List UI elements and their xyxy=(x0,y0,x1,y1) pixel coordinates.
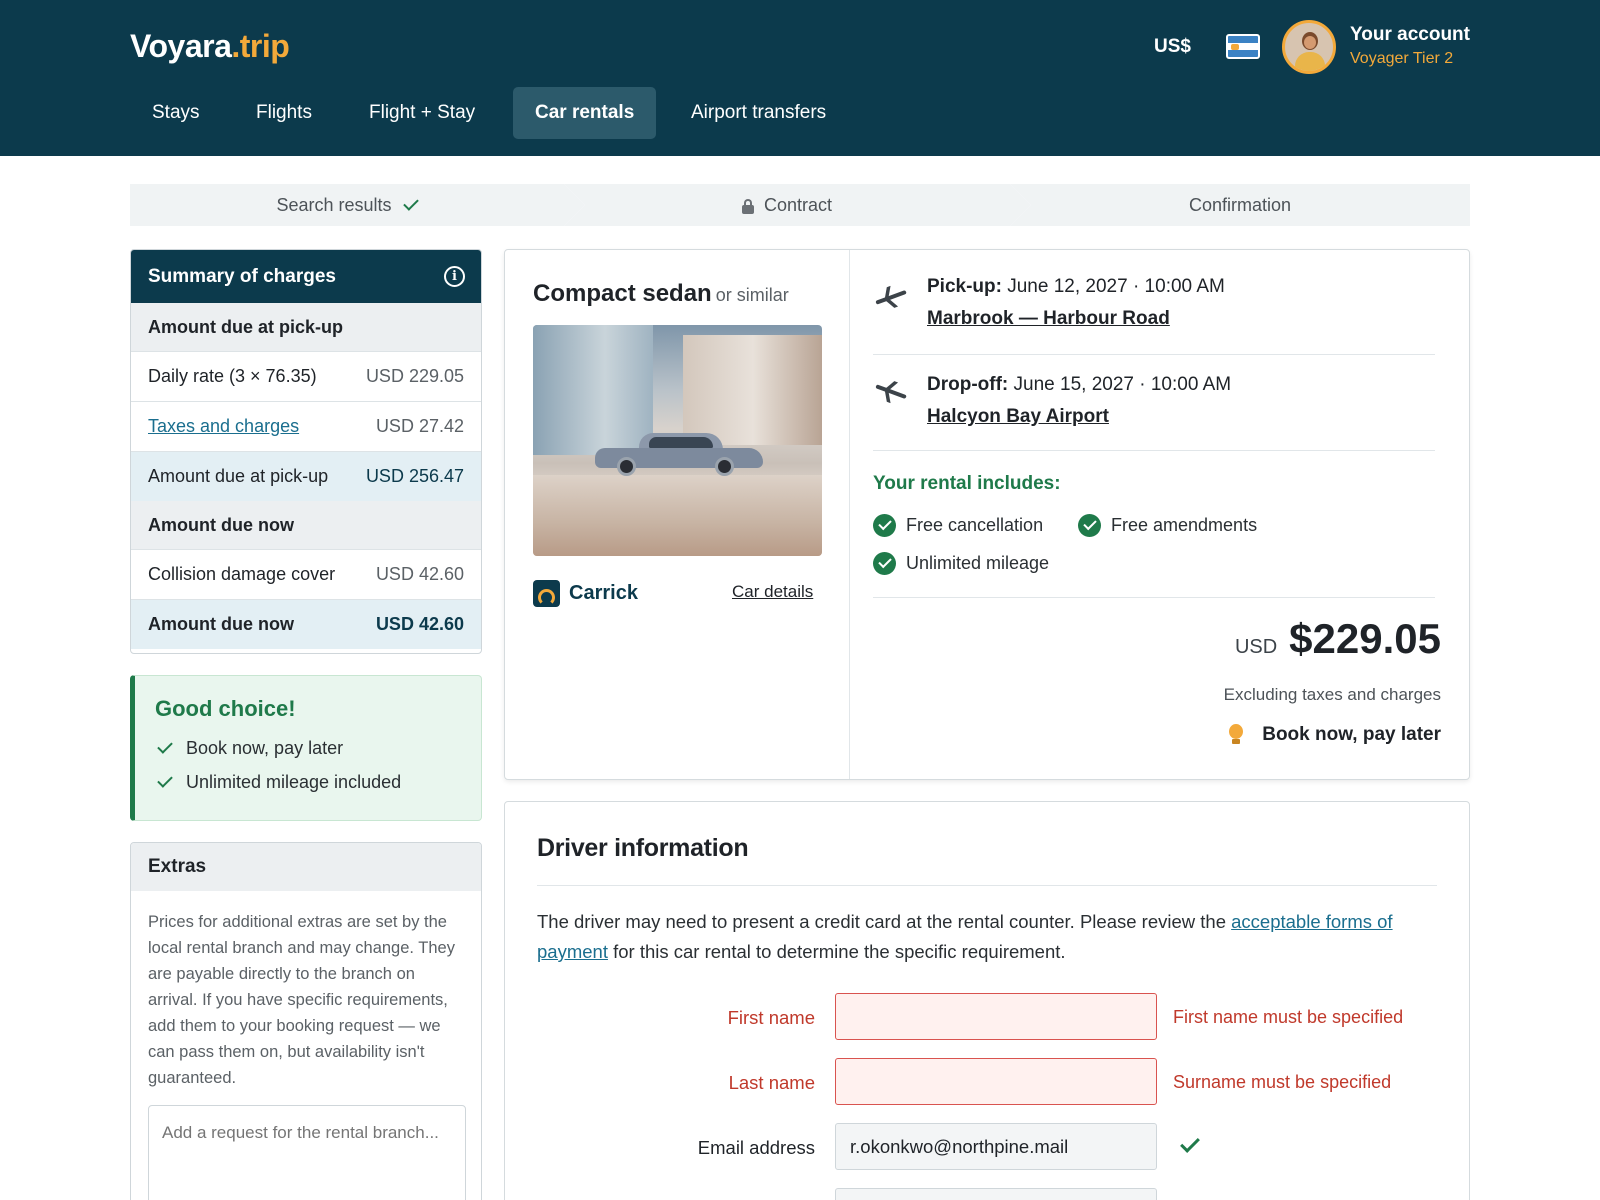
include-item: Free amendments xyxy=(1078,514,1257,537)
extras-panel: Extras Prices for additional extras are … xyxy=(130,842,482,1200)
nav-tab-flights[interactable]: Flights xyxy=(234,87,334,139)
booking-steps: Search results Contract Confirmation xyxy=(130,184,1470,226)
first-name-label: First name xyxy=(727,1007,815,1028)
summary-header: Summary of charges i xyxy=(131,250,481,303)
include-item: Unlimited mileage xyxy=(873,552,1049,575)
currency-selector[interactable]: US$ xyxy=(1154,36,1191,58)
include-item: Free cancellation xyxy=(873,514,1043,537)
plane-arrival-icon xyxy=(872,376,911,408)
car-image xyxy=(533,325,822,556)
check-icon xyxy=(1180,1133,1200,1153)
driver-info-title: Driver information xyxy=(537,834,749,862)
summary-row-collision-cover: Collision damage cover USD 42.60 xyxy=(131,549,481,599)
account-tier: Voyager Tier 2 xyxy=(1350,50,1454,67)
car-title: Compact sedan or similar xyxy=(533,280,789,307)
additional-field[interactable] xyxy=(835,1188,1157,1200)
good-choice-title: Good choice! xyxy=(155,696,296,721)
supplier-logo xyxy=(533,580,560,607)
pay-later-badge: Book now, pay later xyxy=(1228,724,1441,746)
summary-row-taxes: Taxes and charges USD 27.42 xyxy=(131,401,481,451)
summary-row-pickup-total: Amount due at pick-up USD 256.47 xyxy=(131,451,481,501)
good-choice-item: Unlimited mileage included xyxy=(155,772,481,806)
car-details-link[interactable]: Car details xyxy=(732,582,813,602)
nav-tab-flight-stay[interactable]: Flight + Stay xyxy=(347,87,497,139)
top-bar: Voyara.trip US$ Your account Voyager Tie… xyxy=(0,0,1600,156)
car-price: USD $229.05 xyxy=(1234,615,1441,662)
first-name-error: First name must be specified xyxy=(1173,1007,1404,1027)
extras-title: Extras xyxy=(131,843,481,891)
summary-row-now-total: Amount due now USD 42.60 xyxy=(131,599,481,649)
summary-of-charges: Summary of charges i Amount due at pick-… xyxy=(130,249,482,654)
extras-description: Prices for additional extras are set by … xyxy=(148,913,455,1087)
supplier: Carrick xyxy=(533,580,638,607)
pickup-location[interactable]: Marbrook — Harbour Road xyxy=(927,308,1170,330)
check-circle-icon xyxy=(873,552,896,575)
last-name-label: Last name xyxy=(728,1072,815,1093)
summary-section-pickup: Amount due at pick-up xyxy=(131,303,481,351)
car-card: Compact sedan or similar Carrick Car deta… xyxy=(504,249,1470,780)
includes-title: Your rental includes: xyxy=(873,473,1061,494)
email-field[interactable] xyxy=(835,1123,1157,1170)
price-note: Excluding taxes and charges xyxy=(1223,685,1441,704)
supplier-name: Carrick xyxy=(569,582,638,604)
taxes-and-charges-link[interactable]: Taxes and charges xyxy=(148,416,299,437)
last-name-error: Surname must be specified xyxy=(1173,1072,1392,1092)
extras-request-input[interactable] xyxy=(148,1105,466,1200)
step-search-results[interactable]: Search results xyxy=(130,184,585,226)
summary-section-now: Amount due now xyxy=(131,501,481,549)
check-icon xyxy=(402,195,419,211)
nav-tab-car-rentals[interactable]: Car rentals xyxy=(513,87,657,139)
last-name-field[interactable] xyxy=(835,1058,1157,1105)
driver-information: Driver information The driver may need t… xyxy=(504,801,1470,1200)
first-name-field[interactable] xyxy=(835,993,1157,1040)
avatar[interactable] xyxy=(1282,20,1336,74)
driver-info-description: The driver may need to present a credit … xyxy=(537,911,1393,962)
site-logo[interactable]: Voyara.trip xyxy=(130,28,290,65)
summary-row-daily-rate: Daily rate (3 × 76.35) USD 229.05 xyxy=(131,351,481,401)
email-label: Email address xyxy=(697,1137,815,1158)
check-icon xyxy=(157,772,173,788)
nav-tab-stays[interactable]: Stays xyxy=(130,87,222,139)
plane-departure-icon xyxy=(872,281,911,313)
nav-tab-airport-transfers[interactable]: Airport transfers xyxy=(669,87,848,139)
info-icon[interactable]: i xyxy=(444,266,465,287)
flag-icon[interactable] xyxy=(1226,34,1260,59)
good-choice-item: Book now, pay later xyxy=(155,738,481,772)
account-title[interactable]: Your account xyxy=(1350,24,1470,46)
lightbulb-icon xyxy=(1228,724,1244,746)
dropoff-datetime: Drop-off: June 15, 2027 · 10:00 AM xyxy=(927,374,1232,395)
step-confirmation: Confirmation xyxy=(1010,184,1470,226)
check-circle-icon xyxy=(1078,514,1101,537)
check-icon xyxy=(157,738,173,754)
pickup-datetime: Pick-up: June 12, 2027 · 10:00 AM xyxy=(927,276,1225,297)
check-circle-icon xyxy=(873,514,896,537)
step-contract: Contract xyxy=(564,184,1031,226)
good-choice-box: Good choice! Book now, pay later Unlimit… xyxy=(130,675,482,821)
lock-icon xyxy=(741,199,754,214)
dropoff-location[interactable]: Halcyon Bay Airport xyxy=(927,406,1109,428)
